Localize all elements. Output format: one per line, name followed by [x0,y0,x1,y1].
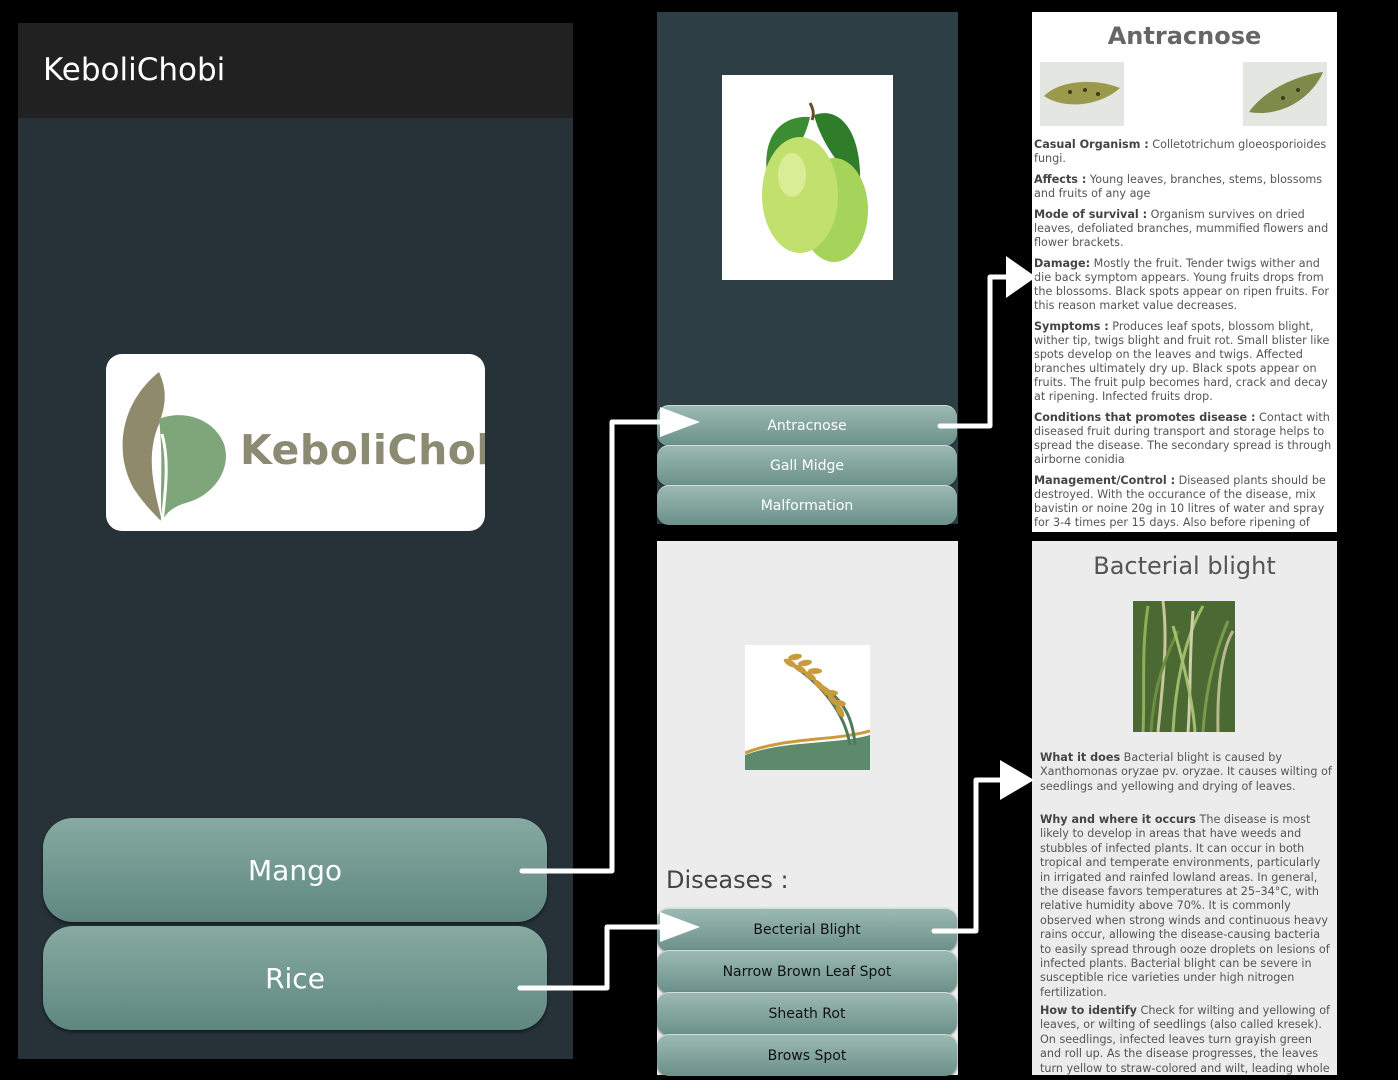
leaf-photo [1040,62,1124,126]
sheath-rot-button[interactable]: Sheath Rot [657,992,957,1035]
info-paragraph: Why and where it occurs The disease is m… [1040,813,1330,999]
rice-blight-icon [1133,601,1235,732]
diseased-leaf-icon [1249,72,1323,113]
diseases-label: Diseases : [666,866,789,894]
info-paragraph: Management/Control : Diseased plants sho… [1034,474,1326,532]
arrow-head-icon [1000,760,1034,800]
main-screen: KeboliChobi KeboliChobi Mango Rice [18,23,573,1059]
info-paragraph: Damage: Mostly the fruit. Tender twigs w… [1034,257,1330,312]
info-paragraph: Conditions that promotes disease : Conta… [1034,411,1332,466]
diseased-leaf-icon [1044,81,1120,105]
leaf-logo-icon [122,372,226,523]
logo-card: KeboliChobi [106,354,485,531]
info-paragraph: Casual Organism : Colletotrichum gloeosp… [1034,138,1327,165]
mango-button[interactable]: Mango [43,818,547,922]
rice-button[interactable]: Rice [43,926,547,1030]
rice-field-photo [1133,601,1235,732]
leaf-photo [1243,62,1327,126]
logo-text: KeboliChobi [240,426,485,474]
info-paragraph: What it does Bacterial blight is caused … [1040,751,1332,793]
antracnose-button[interactable]: Antracnose [657,405,957,446]
app-bar: KeboliChobi [18,23,573,118]
bacterial-blight-button[interactable]: Becterial Blight [657,908,957,951]
app-title: KeboliChobi [43,52,226,88]
narrow-brown-leaf-spot-button[interactable]: Narrow Brown Leaf Spot [657,950,957,993]
page-title: Antracnose [1107,22,1262,50]
mango-icon [762,102,868,262]
malformation-button[interactable]: Malformation [657,485,957,525]
bacterial-blight-detail-screen: Bacterial blight What it does Bacterial … [1032,541,1337,1075]
info-paragraph: Symptoms : Produces leaf spots, blossom … [1034,320,1330,403]
gall-midge-button[interactable]: Gall Midge [657,445,957,486]
rice-screen: Diseases : Becterial Blight Narrow Brown… [657,541,958,1076]
mango-image [722,75,893,280]
rice-image [744,645,871,770]
rice-plant-icon [744,653,871,770]
info-paragraph: Mode of survival : Organism survives on … [1034,208,1329,249]
info-paragraph: How to identify Check for wilting and ye… [1040,1004,1330,1075]
info-paragraph: Affects : Young leaves, branches, stems,… [1034,173,1323,200]
brows-spot-button[interactable]: Brows Spot [657,1034,957,1076]
antracnose-detail-screen: Antracnose Casual Organism : Colletotric… [1032,12,1337,532]
page-title: Bacterial blight [1093,552,1276,580]
mango-screen: Antracnose Gall Midge Malformation [657,12,958,525]
